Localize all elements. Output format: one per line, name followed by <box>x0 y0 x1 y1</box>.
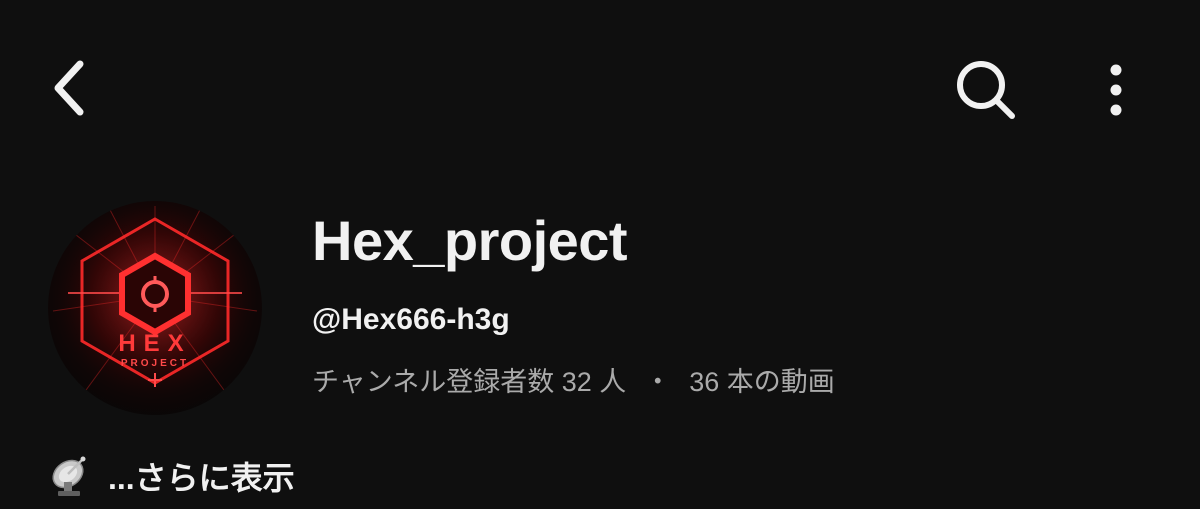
channel-stats: チャンネル登録者数 32 人・ 36 本の動画 <box>312 360 835 399</box>
channel-page: HEX PROJECT Hex_project @Hex666-h3g チャンネ… <box>0 0 1200 509</box>
channel-name: Hex_project <box>312 209 628 272</box>
subscriber-count: チャンネル登録者数 32 人 <box>312 367 627 397</box>
chevron-left-icon <box>54 60 84 116</box>
search-button[interactable] <box>948 54 1024 126</box>
channel-handle: @Hex666-h3g <box>312 303 510 336</box>
channel-avatar[interactable]: HEX PROJECT <box>48 201 262 415</box>
avatar-logo-text: HEX <box>118 330 191 357</box>
show-more-label: ...さらに表示 <box>108 460 295 496</box>
search-icon <box>957 61 1015 119</box>
stats-separator: ・ <box>644 367 672 397</box>
satellite-dish-icon <box>52 456 86 496</box>
more-options-button[interactable] <box>1090 54 1142 126</box>
more-vertical-icon <box>1110 64 1122 116</box>
video-count: 36 本の動画 <box>689 367 835 397</box>
hex-project-logo: HEX PROJECT <box>48 201 262 415</box>
back-button[interactable] <box>40 52 100 124</box>
description-more-link[interactable]: ...さらに表示 <box>48 452 295 500</box>
avatar-logo-subtext: PROJECT <box>121 358 189 369</box>
